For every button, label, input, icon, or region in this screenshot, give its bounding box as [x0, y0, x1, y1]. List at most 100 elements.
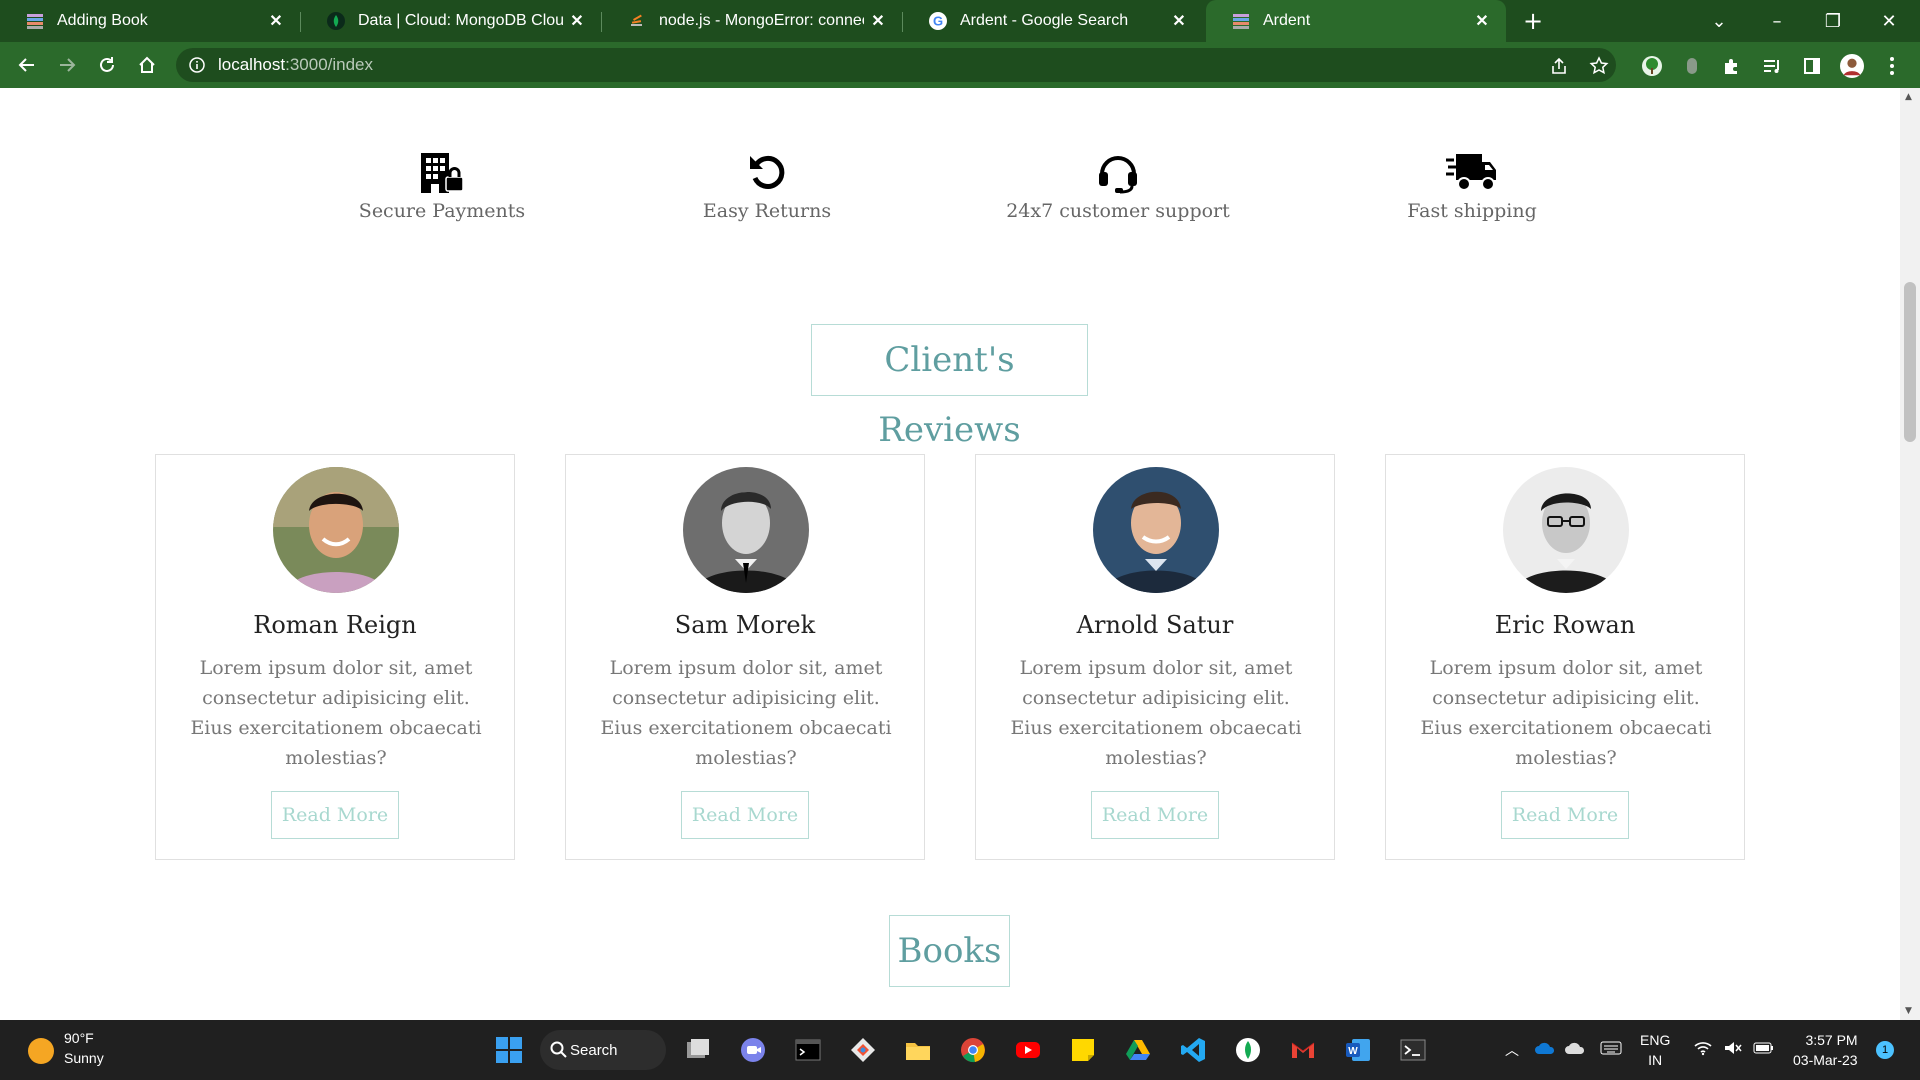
feature-easy-returns: Easy Returns [637, 148, 897, 222]
feature-label: Secure Payments [358, 200, 526, 222]
side-panel-icon[interactable] [1800, 54, 1824, 78]
clock-date: 03-Mar-23 [1793, 1052, 1858, 1068]
onedrive-icon[interactable] [1534, 1040, 1556, 1059]
windows-start-icon[interactable] [493, 1034, 525, 1066]
reload-icon[interactable] [92, 50, 122, 80]
review-text: Lorem ipsum dolor sit, amet consectetur … [1420, 657, 1712, 769]
search-icon [550, 1041, 567, 1058]
read-more-button[interactable]: Read More [681, 791, 809, 839]
feature-secure-payments: Secure Payments [312, 148, 572, 222]
windows-taskbar: 90°F Sunny Search W ︿ ENG IN 3:57 PM 03-… [0, 1020, 1920, 1080]
wifi-icon[interactable] [1693, 1040, 1713, 1059]
close-window-icon[interactable]: ✕ [1864, 0, 1914, 42]
battery-icon[interactable] [1753, 1040, 1775, 1059]
chrome-icon[interactable] [957, 1034, 989, 1066]
sun-weather-icon[interactable] [28, 1038, 54, 1064]
reading-list-icon[interactable] [1760, 54, 1784, 78]
page-scrollbar[interactable]: ▲ ▼ [1900, 88, 1920, 1020]
notification-badge[interactable]: 1 [1876, 1041, 1894, 1059]
close-tab-icon[interactable]: ✕ [262, 11, 290, 31]
rotate-left-icon [637, 148, 897, 196]
restore-icon[interactable]: ❐ [1808, 0, 1858, 42]
mongodb-leaf-favicon [326, 11, 346, 31]
scroll-down-arrow-icon[interactable]: ▼ [1905, 1006, 1912, 1016]
language-indicator[interactable]: ENG IN [1640, 1030, 1670, 1070]
console-app-icon[interactable] [1397, 1034, 1429, 1066]
system-clock[interactable]: 3:57 PM 03-Mar-23 [1793, 1030, 1858, 1070]
taskbar-search[interactable]: Search [540, 1030, 666, 1070]
feature-customer-support: 24x7 customer support [988, 148, 1248, 222]
truck-fast-icon [1342, 148, 1602, 196]
terminal-app-icon[interactable] [792, 1034, 824, 1066]
minimize-icon[interactable]: – [1752, 0, 1802, 42]
profile-avatar[interactable] [1840, 54, 1864, 78]
tray-chevron-up-icon[interactable]: ︿ [1505, 1040, 1519, 1060]
browser-toolbar: localhost:3000/index [0, 42, 1920, 88]
share-icon[interactable] [1548, 55, 1570, 77]
close-tab-icon[interactable]: ✕ [563, 11, 591, 31]
bookmark-star-icon[interactable] [1588, 55, 1610, 77]
tab-stackoverflow[interactable]: node.js - MongoError: connect EC ✕ [602, 0, 902, 42]
browser-menu-icon[interactable] [1880, 54, 1904, 78]
extensions-puzzle-icon[interactable] [1720, 54, 1744, 78]
review-card: Arnold Satur Lorem ipsum dolor sit, amet… [975, 454, 1335, 860]
home-icon[interactable] [132, 50, 162, 80]
extension-record-icon[interactable] [1680, 54, 1704, 78]
books-heading: Books [889, 915, 1010, 987]
extension-tree-icon[interactable] [1640, 54, 1664, 78]
keyboard-icon[interactable] [1600, 1040, 1622, 1059]
scrollbar-thumb[interactable] [1904, 282, 1916, 442]
tab-mongodb[interactable]: Data | Cloud: MongoDB Cloud ✕ [301, 0, 601, 42]
file-explorer-icon[interactable] [902, 1034, 934, 1066]
reviews-heading: Client's Reviews [811, 324, 1088, 450]
review-card: Eric Rowan Lorem ipsum dolor sit, amet c… [1385, 454, 1745, 860]
client-avatar [683, 467, 809, 593]
svg-text:W: W [1348, 1046, 1358, 1057]
forward-arrow-icon[interactable] [52, 50, 82, 80]
close-tab-icon[interactable]: ✕ [1165, 11, 1193, 31]
read-more-button[interactable]: Read More [1501, 791, 1629, 839]
clock-time: 3:57 PM [1805, 1032, 1858, 1048]
tab-search-chevron-icon[interactable]: ⌄ [1694, 0, 1744, 42]
new-tab-button[interactable]: + [1518, 6, 1548, 36]
weather-condition[interactable]: Sunny [64, 1050, 104, 1066]
gmail-icon[interactable] [1287, 1034, 1319, 1066]
review-card: Sam Morek Lorem ipsum dolor sit, amet co… [565, 454, 925, 860]
address-bar[interactable]: localhost:3000/index [176, 48, 1616, 82]
language-code: ENG [1640, 1032, 1671, 1048]
client-name: Roman Reign [253, 611, 417, 639]
close-tab-icon[interactable]: ✕ [1468, 11, 1496, 31]
back-arrow-icon[interactable] [12, 50, 42, 80]
tab-google-search[interactable]: G Ardent - Google Search ✕ [903, 0, 1203, 42]
vscode-icon[interactable] [1177, 1034, 1209, 1066]
scroll-up-arrow-icon[interactable]: ▲ [1905, 92, 1912, 102]
client-avatar [1093, 467, 1219, 593]
tab-adding-book[interactable]: Adding Book ✕ [0, 0, 300, 42]
client-avatar [1503, 467, 1629, 593]
mongodb-compass-icon[interactable] [1232, 1034, 1264, 1066]
books-favicon [1231, 11, 1251, 31]
url-text: localhost:3000/index [218, 55, 373, 75]
task-view-icon[interactable] [682, 1034, 714, 1066]
tab-ardent[interactable]: Ardent ✕ [1206, 0, 1506, 42]
review-text: Lorem ipsum dolor sit, amet consectetur … [600, 657, 892, 769]
feature-label: 24x7 customer support [1006, 200, 1230, 222]
sticky-notes-icon[interactable] [1067, 1034, 1099, 1066]
google-drive-icon[interactable] [1122, 1034, 1154, 1066]
git-app-icon[interactable] [847, 1034, 879, 1066]
page-viewport: Secure Payments Easy Returns 24x7 custom… [0, 88, 1900, 1020]
speaker-muted-icon[interactable] [1723, 1040, 1743, 1059]
cloud-icon[interactable] [1564, 1040, 1586, 1059]
url-host: localhost [218, 55, 286, 74]
word-icon[interactable]: W [1342, 1034, 1374, 1066]
headset-icon [988, 148, 1248, 196]
youtube-icon[interactable] [1012, 1034, 1044, 1066]
read-more-button[interactable]: Read More [271, 791, 399, 839]
site-info-icon[interactable] [188, 56, 206, 78]
client-name: Arnold Satur [1076, 611, 1234, 639]
search-label: Search [570, 1041, 618, 1059]
teams-chat-icon[interactable] [737, 1034, 769, 1066]
weather-temperature[interactable]: 90°F [64, 1030, 94, 1046]
close-tab-icon[interactable]: ✕ [864, 11, 892, 31]
read-more-button[interactable]: Read More [1091, 791, 1219, 839]
